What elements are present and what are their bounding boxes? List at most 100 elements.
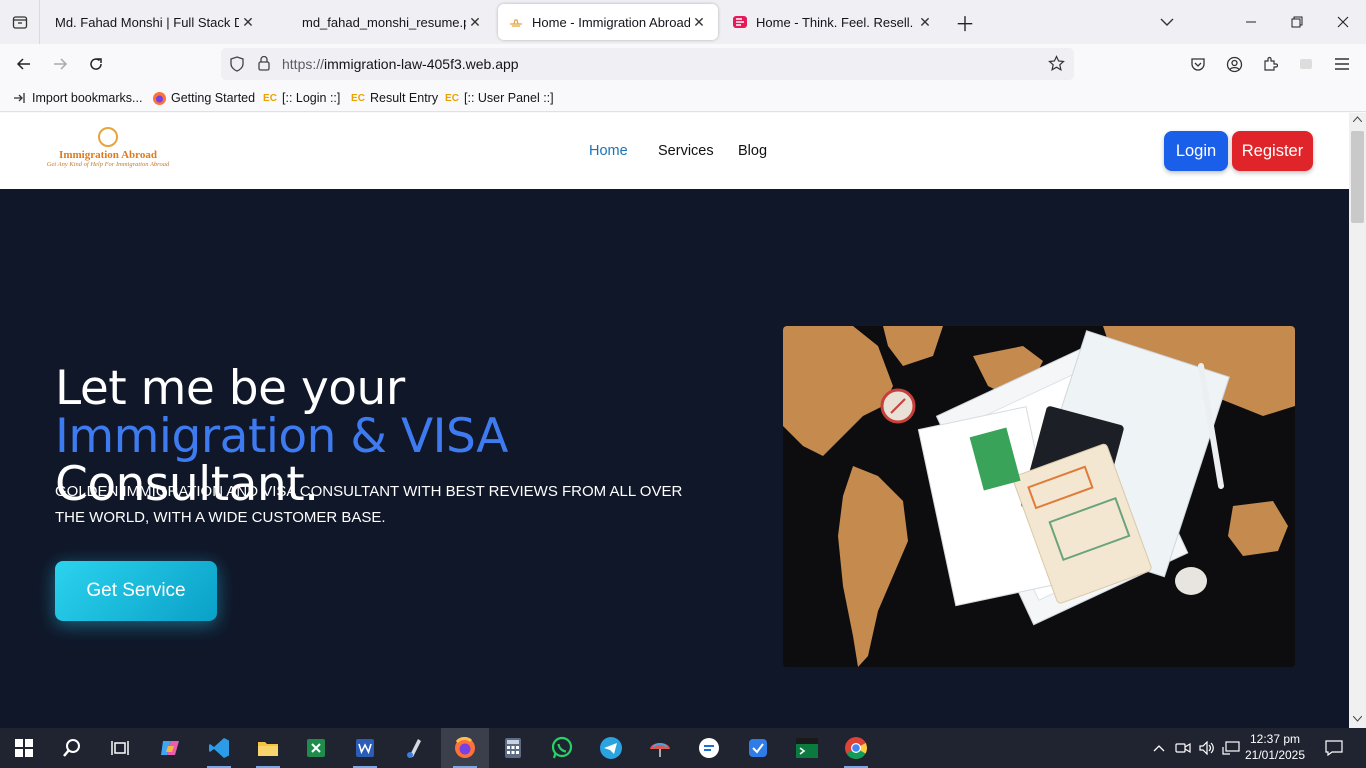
bookmark-label: Getting Started bbox=[171, 91, 256, 105]
meet-now-icon[interactable] bbox=[1172, 728, 1194, 768]
taskbar-chrome[interactable] bbox=[832, 728, 880, 768]
search-button[interactable] bbox=[48, 728, 96, 768]
snipping-tool-icon bbox=[407, 739, 421, 758]
tab-title: Md. Fahad Monshi | Full Stack Devel bbox=[55, 14, 239, 30]
register-button[interactable]: Register bbox=[1232, 131, 1313, 171]
reload-icon bbox=[90, 58, 102, 70]
search-icon bbox=[63, 739, 80, 757]
pocket-icon[interactable] bbox=[1185, 52, 1211, 76]
folder-icon bbox=[258, 742, 278, 756]
taskbar-messenger[interactable] bbox=[685, 728, 733, 768]
bookmark-login[interactable]: EC [:: Login ::] bbox=[262, 90, 340, 106]
restore-button[interactable] bbox=[1274, 0, 1320, 44]
telegram-icon bbox=[600, 737, 622, 759]
login-button[interactable]: Login bbox=[1164, 131, 1228, 171]
nav-blog[interactable]: Blog bbox=[738, 143, 767, 159]
scroll-up-icon[interactable] bbox=[1353, 116, 1362, 122]
close-icon[interactable]: ✕ bbox=[916, 14, 934, 31]
restore-icon bbox=[1291, 16, 1303, 28]
taskbar-todo[interactable] bbox=[734, 728, 782, 768]
notifications-button[interactable] bbox=[1320, 728, 1348, 768]
umbrella-app-icon bbox=[650, 743, 670, 757]
bookmark-star-icon[interactable] bbox=[1048, 55, 1065, 77]
back-button[interactable] bbox=[11, 52, 37, 76]
address-bar[interactable]: https://immigration-law-405f3.web.app bbox=[221, 48, 1074, 80]
get-service-button[interactable]: Get Service bbox=[55, 561, 217, 621]
forward-button[interactable] bbox=[47, 52, 73, 76]
extensions-icon[interactable] bbox=[1257, 52, 1283, 76]
taskbar-word[interactable] bbox=[341, 728, 389, 768]
close-icon[interactable]: ✕ bbox=[690, 14, 708, 31]
url-text[interactable]: https://immigration-law-405f3.web.app bbox=[282, 56, 519, 72]
site-logo[interactable]: Immigration Abroad Get Any Kind of Help … bbox=[36, 127, 180, 175]
calculator-icon bbox=[505, 738, 521, 758]
taskbar-whatsapp[interactable] bbox=[538, 728, 586, 768]
nav-services[interactable]: Services bbox=[658, 143, 714, 159]
taskbar-app-umbrella[interactable] bbox=[636, 728, 684, 768]
volume-icon[interactable] bbox=[1196, 728, 1218, 768]
system-clock[interactable]: 12:37 pm 21/01/2025 bbox=[1240, 731, 1310, 763]
notification-icon bbox=[1325, 740, 1343, 756]
plane-icon bbox=[508, 14, 524, 30]
task-view-icon bbox=[111, 741, 129, 755]
windows-taskbar: 12:37 pm 21/01/2025 bbox=[0, 728, 1366, 768]
bookmark-result-entry[interactable]: EC Result Entry bbox=[350, 90, 438, 106]
bookmark-getting-started[interactable]: Getting Started bbox=[151, 90, 255, 106]
show-hidden-icons[interactable] bbox=[1148, 728, 1170, 768]
nav-home[interactable]: Home bbox=[589, 143, 628, 159]
excel-icon bbox=[307, 739, 325, 757]
tab-list-icon bbox=[12, 16, 27, 29]
close-window-button[interactable] bbox=[1320, 0, 1366, 44]
list-all-tabs-button[interactable] bbox=[1144, 0, 1190, 44]
tab-resume-pdf[interactable]: md_fahad_monshi_resume.pdf ✕ bbox=[292, 4, 494, 40]
taskbar-telegram[interactable] bbox=[587, 728, 635, 768]
forward-arrow-icon bbox=[54, 58, 68, 70]
taskbar-terminal[interactable] bbox=[783, 728, 831, 768]
bookmark-label: Import bookmarks... bbox=[32, 91, 143, 105]
account-icon[interactable] bbox=[1221, 52, 1247, 76]
task-view-button[interactable] bbox=[96, 728, 144, 768]
start-button[interactable] bbox=[0, 728, 48, 768]
import-icon bbox=[12, 90, 28, 106]
taskbar-calculator[interactable] bbox=[489, 728, 537, 768]
bookmark-import[interactable]: Import bookmarks... bbox=[12, 90, 142, 106]
todo-check-icon bbox=[749, 739, 767, 757]
taskbar-vscode[interactable] bbox=[195, 728, 243, 768]
scroll-down-icon[interactable] bbox=[1353, 716, 1362, 722]
taskbar-excel[interactable] bbox=[292, 728, 340, 768]
network-icon[interactable] bbox=[1220, 728, 1242, 768]
clock-time: 12:37 pm bbox=[1249, 732, 1301, 746]
bookmark-label: Result Entry bbox=[370, 91, 439, 105]
tracking-protection-icon[interactable] bbox=[229, 56, 245, 77]
new-tab-button[interactable]: ＋ bbox=[942, 0, 988, 44]
tab-immigration-abroad[interactable]: Home - Immigration Abroad ✕ bbox=[498, 4, 718, 40]
hero-title-highlight: Immigration & VISA bbox=[55, 409, 508, 464]
reload-button[interactable] bbox=[83, 52, 109, 76]
hero-world-map-image bbox=[783, 326, 1295, 667]
tab-portfolio[interactable]: Md. Fahad Monshi | Full Stack Devel ✕ bbox=[45, 4, 267, 40]
lock-icon[interactable] bbox=[257, 55, 271, 76]
minimize-button[interactable] bbox=[1228, 0, 1274, 44]
close-icon[interactable]: ✕ bbox=[466, 14, 484, 31]
bookmark-user-panel[interactable]: EC [:: User Panel ::] bbox=[444, 90, 554, 106]
logo-emblem-icon bbox=[98, 127, 118, 147]
vscode-icon bbox=[209, 738, 229, 758]
taskbar-copilot[interactable] bbox=[146, 728, 194, 768]
menu-hamburger-icon[interactable] bbox=[1329, 52, 1355, 76]
taskbar-firefox[interactable] bbox=[441, 728, 489, 768]
windows-logo-icon bbox=[15, 739, 33, 757]
close-icon[interactable]: ✕ bbox=[239, 14, 257, 31]
taskbar-snipping-tool[interactable] bbox=[391, 728, 439, 768]
url-protocol: https:// bbox=[282, 56, 325, 72]
tab-manager-button[interactable] bbox=[0, 0, 40, 44]
browser-tab-bar: Md. Fahad Monshi | Full Stack Devel ✕ md… bbox=[0, 0, 1366, 44]
bookmark-label: [:: User Panel ::] bbox=[464, 91, 554, 105]
extension-button-icon[interactable] bbox=[1293, 52, 1319, 76]
hero-title-part1: Let me be your bbox=[55, 361, 405, 416]
taskbar-file-explorer[interactable] bbox=[244, 728, 292, 768]
tab-resell[interactable]: Home - Think. Feel. Resell. ✕ bbox=[722, 4, 944, 40]
page-scrollbar[interactable] bbox=[1349, 113, 1366, 728]
scroll-thumb[interactable] bbox=[1351, 131, 1364, 223]
page-viewport: Immigration Abroad Get Any Kind of Help … bbox=[0, 113, 1349, 728]
minimize-icon bbox=[1246, 21, 1256, 23]
